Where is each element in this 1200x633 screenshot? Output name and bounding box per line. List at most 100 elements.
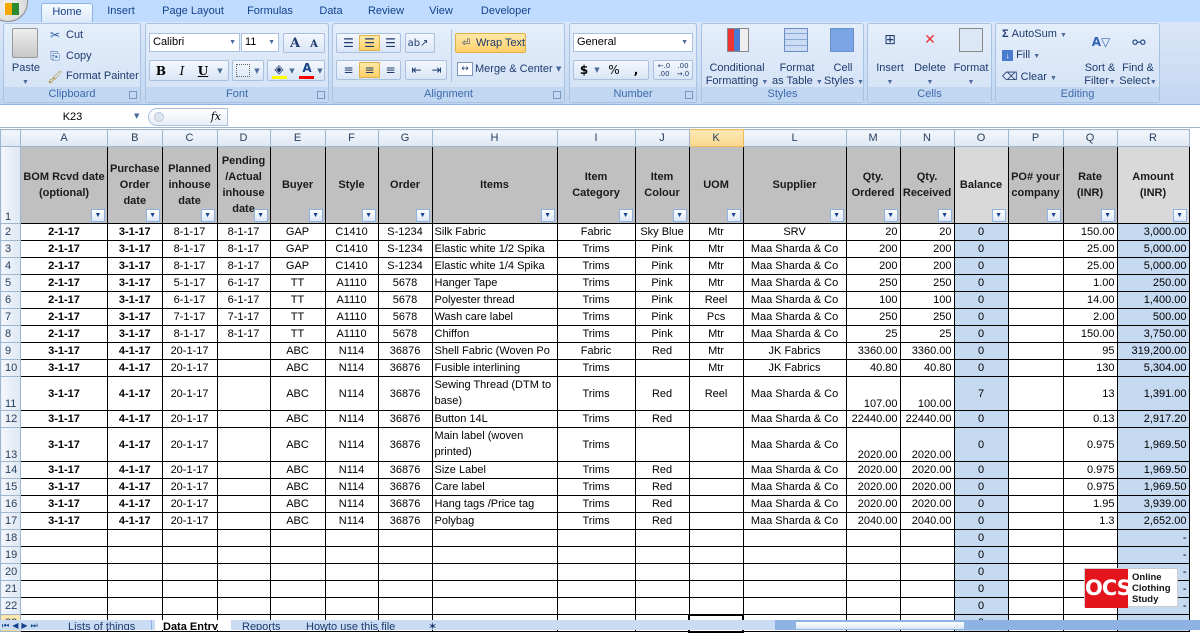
cell[interactable]: 1.3	[1062, 512, 1118, 530]
cell[interactable]: 20-1-17	[161, 427, 218, 462]
cell[interactable]	[377, 529, 433, 547]
percent-button[interactable]: %	[604, 62, 624, 78]
column-title-cell[interactable]: BOM Rcvd date (optional) ▼	[20, 146, 108, 224]
cell[interactable]: Maa Sharda & Co	[742, 291, 847, 309]
row-header[interactable]: 5	[0, 274, 21, 292]
cell[interactable]: Maa Sharda & Co	[742, 410, 847, 428]
cell[interactable]	[1007, 580, 1064, 598]
column-title-cell[interactable]: Planned inhouse date ▼	[161, 146, 218, 224]
row-header[interactable]: 11	[0, 376, 21, 411]
cell[interactable]: 25.00	[1062, 257, 1118, 275]
cell[interactable]: Maa Sharda & Co	[742, 427, 847, 462]
grow-font-icon[interactable]: A	[286, 35, 304, 51]
cell[interactable]: 8-1-17	[161, 223, 218, 241]
cell[interactable]: Trims	[556, 495, 636, 513]
row-header[interactable]: 18	[0, 529, 21, 547]
cell[interactable]: 5678	[377, 274, 433, 292]
column-header-m[interactable]: M	[845, 129, 901, 147]
delete-cells-button[interactable]: ✕ Delete ▼	[910, 26, 950, 88]
cell[interactable]	[899, 597, 955, 615]
number-launcher-icon[interactable]	[685, 91, 693, 99]
fill-color-icon[interactable]: ◈	[271, 62, 287, 76]
cell[interactable]: Maa Sharda & Co	[742, 274, 847, 292]
cell[interactable]	[216, 580, 271, 598]
cell[interactable]: 20-1-17	[161, 410, 218, 428]
cell[interactable]: Trims	[556, 427, 636, 462]
cell[interactable]: 0	[953, 410, 1009, 428]
cell[interactable]	[216, 376, 271, 411]
cell[interactable]	[431, 580, 558, 598]
cell[interactable]: Red	[634, 410, 690, 428]
cell[interactable]	[216, 410, 271, 428]
cell[interactable]	[431, 529, 558, 547]
chevron-down-icon[interactable]: ▼	[316, 64, 324, 78]
cell[interactable]: 8-1-17	[161, 325, 218, 343]
font-name-select[interactable]: Calibri ▼	[149, 33, 240, 52]
cell[interactable]	[216, 427, 271, 462]
wrap-text-button[interactable]: ⏎ Wrap Text	[455, 33, 526, 53]
cell[interactable]	[688, 461, 744, 479]
cell[interactable]: Red	[634, 478, 690, 496]
cell[interactable]: Pink	[634, 274, 690, 292]
filter-dropdown-icon[interactable]: ▼	[361, 209, 376, 222]
cell[interactable]: 3360.00	[899, 342, 955, 360]
office-button[interactable]	[0, 0, 28, 22]
cell[interactable]: -	[1116, 546, 1190, 564]
filter-dropdown-icon[interactable]: ▼	[1100, 209, 1115, 222]
cell[interactable]: 3-1-17	[20, 342, 108, 360]
cell[interactable]: 4-1-17	[107, 410, 163, 428]
cell[interactable]: 20	[845, 223, 901, 241]
cell[interactable]	[688, 512, 744, 530]
fill-button[interactable]: ↓ Fill ▼	[1002, 49, 1040, 61]
cell[interactable]: 2-1-17	[20, 274, 108, 292]
cell[interactable]: Maa Sharda & Co	[742, 325, 847, 343]
row-header[interactable]: 15	[0, 478, 21, 496]
font-color-icon[interactable]: A	[299, 61, 315, 75]
paste-icon[interactable]	[12, 28, 38, 58]
cell[interactable]	[742, 546, 847, 564]
cell[interactable]: 95	[1062, 342, 1118, 360]
cell[interactable]: C1410	[324, 240, 379, 258]
cell[interactable]: Maa Sharda & Co	[742, 512, 847, 530]
horizontal-scrollbar[interactable]	[775, 620, 1200, 630]
cell[interactable]	[634, 529, 690, 547]
cell[interactable]: 36876	[377, 512, 433, 530]
cell[interactable]	[556, 580, 636, 598]
filter-dropdown-icon[interactable]: ▼	[618, 209, 633, 222]
cell[interactable]	[1007, 427, 1064, 462]
italic-button[interactable]: I	[173, 63, 191, 79]
cell[interactable]: 100	[845, 291, 901, 309]
cell[interactable]	[1007, 512, 1064, 530]
cell[interactable]: 0	[953, 427, 1009, 462]
cell[interactable]: Pink	[634, 240, 690, 258]
tab-review[interactable]: Review	[362, 3, 410, 22]
cell[interactable]: 0	[953, 274, 1009, 292]
filter-dropdown-icon[interactable]: ▼	[145, 209, 160, 222]
cell[interactable]: 2,652.00	[1116, 512, 1190, 530]
cell[interactable]	[899, 580, 955, 598]
cell[interactable]	[1007, 597, 1064, 615]
cell[interactable]: 36876	[377, 342, 433, 360]
cell[interactable]	[845, 529, 901, 547]
cell[interactable]	[216, 529, 271, 547]
filter-dropdown-icon[interactable]: ▼	[829, 209, 844, 222]
column-title-cell[interactable]: Supplier ▼	[742, 146, 847, 224]
cell[interactable]: 4-1-17	[107, 495, 163, 513]
cell[interactable]: Maa Sharda & Co	[742, 257, 847, 275]
cell[interactable]: N114	[324, 342, 379, 360]
cell[interactable]: 3-1-17	[107, 291, 163, 309]
cell[interactable]: 20-1-17	[161, 495, 218, 513]
cell[interactable]	[216, 461, 271, 479]
insert-cells-button[interactable]: ⊞ Insert ▼	[871, 26, 909, 88]
cell[interactable]: 2020.00	[845, 427, 901, 462]
cell[interactable]: Maa Sharda & Co	[742, 308, 847, 326]
name-box-dropdown-icon[interactable]: ▼	[134, 112, 139, 120]
cell[interactable]: 3-1-17	[20, 495, 108, 513]
cell[interactable]	[556, 563, 636, 581]
cell[interactable]: GAP	[269, 223, 326, 241]
cell[interactable]: Sewing Thread (DTM to base)	[431, 376, 558, 411]
cell[interactable]: 100.00	[899, 376, 955, 411]
cell[interactable]: Mtr	[688, 342, 744, 360]
insert-sheet-icon[interactable]: ✶	[420, 620, 444, 630]
cell[interactable]	[634, 546, 690, 564]
